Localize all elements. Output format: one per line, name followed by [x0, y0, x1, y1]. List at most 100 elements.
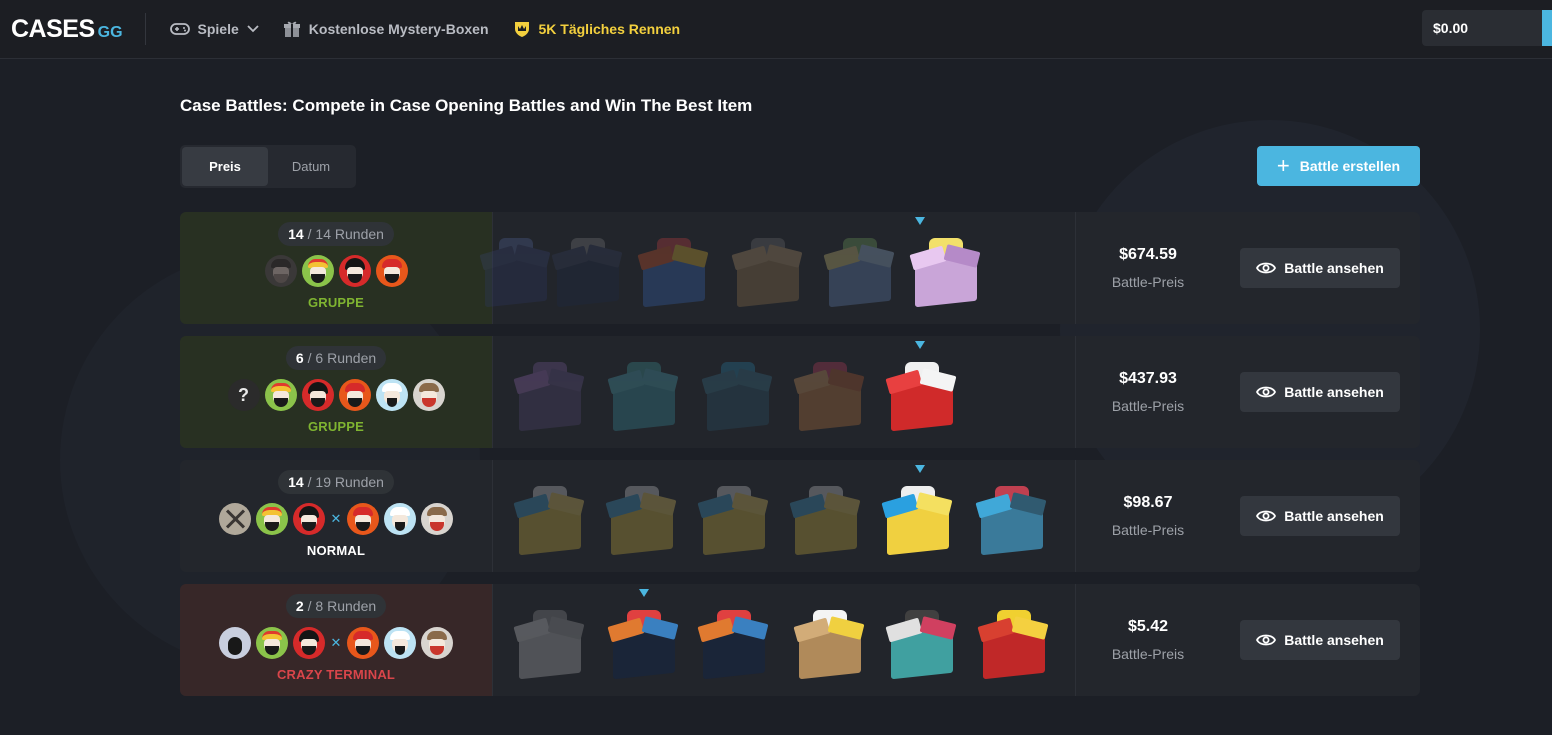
- rounds-badge: 2 / 8 Runden: [285, 594, 387, 618]
- versus-swords-icon: ✕: [330, 635, 342, 650]
- case-image: [479, 234, 553, 308]
- current-case-pointer: [915, 217, 925, 225]
- battle-info: 6 / 6 Runden ? GRUPPE: [180, 336, 493, 448]
- nav-free-boxes[interactable]: Kostenlose Mystery-Boxen: [283, 20, 489, 38]
- case-image-current: [881, 482, 955, 556]
- rounds-total: / 14 Runden: [307, 226, 384, 242]
- price-label: Battle-Preis: [1111, 398, 1185, 414]
- rounds-current: 14: [288, 474, 304, 490]
- player-avatar[interactable]: [264, 255, 297, 287]
- price-label: Battle-Preis: [1111, 274, 1185, 290]
- case-image: [697, 606, 771, 680]
- battle-info: 14 / 19 Runden ✕ NORMAL: [180, 460, 493, 572]
- battle-row-2[interactable]: 6 / 6 Runden ? GRUPPE $437.93 Battle-Pre…: [180, 336, 1420, 448]
- players-list: ✕: [219, 627, 453, 659]
- case-strip: [493, 460, 1076, 572]
- player-avatar[interactable]: [219, 627, 251, 659]
- case-strip: [493, 336, 1076, 448]
- battle-info: 14 / 14 Runden GRUPPE: [180, 212, 493, 324]
- player-avatar[interactable]: [375, 379, 408, 411]
- player-avatar[interactable]: [338, 255, 371, 287]
- case-image: [701, 358, 775, 432]
- rounds-total: / 19 Runden: [307, 474, 384, 490]
- case-image-current: [885, 358, 959, 432]
- price-value: $98.67: [1123, 494, 1173, 511]
- view-battle-button[interactable]: Battle ansehen: [1240, 372, 1400, 412]
- view-battle-button[interactable]: Battle ansehen: [1240, 620, 1400, 660]
- rounds-current: 14: [288, 226, 304, 242]
- battle-mode: GRUPPE: [307, 295, 365, 310]
- player-avatar[interactable]: [384, 503, 416, 535]
- create-battle-label: Battle erstellen: [1299, 158, 1401, 174]
- players-list: [264, 255, 408, 287]
- player-avatar[interactable]: [375, 255, 408, 287]
- balance-value: $0.00: [1433, 20, 1469, 36]
- players-list: ✕: [219, 503, 453, 535]
- player-avatar[interactable]: [256, 503, 288, 535]
- case-image: [551, 234, 625, 308]
- player-avatar[interactable]: [421, 503, 453, 535]
- chevron-down-icon: [247, 25, 259, 33]
- case-strip: [479, 212, 1076, 324]
- nav-daily-race[interactable]: 5K Tägliches Rennen: [513, 20, 681, 38]
- view-battle-label: Battle ansehen: [1284, 260, 1384, 276]
- view-battle-button[interactable]: Battle ansehen: [1240, 496, 1400, 536]
- case-image-current: [607, 606, 681, 680]
- nav-games-label: Spiele: [197, 21, 239, 37]
- player-avatar[interactable]: [347, 627, 379, 659]
- battle-row-3[interactable]: 14 / 19 Runden ✕ NORMAL $98.67 Battle-Pr…: [180, 460, 1420, 572]
- player-avatar-unknown[interactable]: ?: [227, 379, 260, 411]
- player-avatar[interactable]: [301, 379, 334, 411]
- case-image: [885, 606, 959, 680]
- case-image-current: [909, 234, 983, 308]
- price-value: $674.59: [1119, 246, 1177, 263]
- player-avatar[interactable]: [256, 627, 288, 659]
- case-image: [513, 358, 587, 432]
- eye-icon: [1256, 262, 1277, 274]
- player-avatar[interactable]: [301, 255, 334, 287]
- nav-free-boxes-label: Kostenlose Mystery-Boxen: [308, 21, 489, 37]
- player-avatar[interactable]: [338, 379, 371, 411]
- versus-swords-icon: ✕: [330, 511, 342, 526]
- players-list: ?: [227, 379, 445, 411]
- player-avatar[interactable]: [421, 627, 453, 659]
- case-image: [793, 606, 867, 680]
- price-label: Battle-Preis: [1111, 522, 1185, 538]
- sort-date-button[interactable]: Datum: [268, 147, 354, 186]
- player-avatar[interactable]: [293, 503, 325, 535]
- player-avatar[interactable]: [347, 503, 379, 535]
- battle-row-4[interactable]: 2 / 8 Runden ✕ CRAZY TERMINAL $5.42 Batt…: [180, 584, 1420, 696]
- gift-icon: [283, 20, 301, 38]
- rounds-badge: 6 / 6 Runden: [285, 346, 387, 370]
- view-battle-label: Battle ansehen: [1284, 384, 1384, 400]
- sort-price-button[interactable]: Preis: [182, 147, 268, 186]
- view-battle-button[interactable]: Battle ansehen: [1240, 248, 1400, 288]
- nav-games[interactable]: Spiele: [169, 21, 259, 37]
- player-avatar[interactable]: [293, 627, 325, 659]
- battle-mode: CRAZY TERMINAL: [276, 667, 396, 682]
- view-battle-label: Battle ansehen: [1284, 632, 1384, 648]
- balance-display[interactable]: $0.00: [1422, 10, 1552, 46]
- battle-row-1[interactable]: 14 / 14 Runden GRUPPE $674.59 Battle-Pre…: [180, 212, 1420, 324]
- deposit-button[interactable]: [1542, 10, 1552, 46]
- player-avatar[interactable]: [219, 503, 251, 535]
- create-battle-button[interactable]: + Battle erstellen: [1257, 146, 1420, 186]
- logo-text: CASES: [11, 14, 95, 43]
- header-divider: [144, 13, 146, 45]
- battle-price: $98.67 Battle-Preis: [1076, 460, 1220, 572]
- top-header: CASES GG Spiele Kostenlose Mystery-Boxen…: [0, 0, 1552, 59]
- case-image: [823, 234, 897, 308]
- battle-price: $437.93 Battle-Preis: [1076, 336, 1220, 448]
- battle-info: 2 / 8 Runden ✕ CRAZY TERMINAL: [180, 584, 493, 696]
- rounds-current: 2: [295, 598, 304, 614]
- player-avatar[interactable]: [384, 627, 416, 659]
- nav-daily-race-label: 5K Tägliches Rennen: [538, 21, 681, 37]
- battle-price: $674.59 Battle-Preis: [1076, 212, 1220, 324]
- case-image: [513, 606, 587, 680]
- page-title: Case Battles: Compete in Case Opening Ba…: [180, 96, 753, 115]
- battle-price: $5.42 Battle-Preis: [1076, 584, 1220, 696]
- player-avatar[interactable]: [264, 379, 297, 411]
- case-image: [789, 482, 863, 556]
- site-logo[interactable]: CASES GG: [11, 15, 123, 44]
- player-avatar[interactable]: [412, 379, 445, 411]
